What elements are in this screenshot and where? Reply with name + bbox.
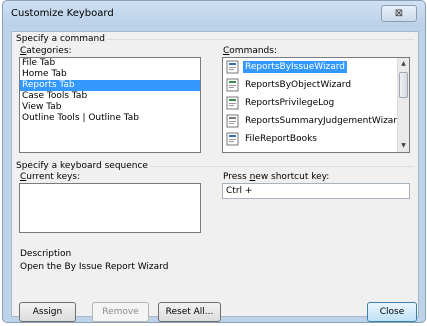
close-button[interactable]: Close [367, 302, 417, 322]
description-label: Description [20, 249, 72, 259]
report-icon [226, 96, 239, 110]
scroll-down-icon[interactable]: ▼ [398, 140, 409, 152]
command-label: ReportsPrivilegeLog [245, 98, 335, 108]
categories-list[interactable]: File Tab Home Tab Reports Tab Case Tools Ta… [19, 57, 201, 153]
command-label: ReportsByObjectWizard [245, 80, 352, 90]
category-item[interactable]: View Tab [20, 102, 200, 113]
categories-label: Categories: [20, 46, 72, 56]
command-item[interactable]: FileReportBooks [223, 130, 409, 148]
customize-keyboard-dialog: Customize Keyboard ⊠ Specify a command C… [2, 0, 426, 323]
dialog-body: Specify a command Categories: File Tab Ho… [11, 31, 419, 322]
assign-button[interactable]: Assign [19, 302, 76, 322]
remove-button[interactable]: Remove [92, 302, 149, 322]
title-bar[interactable]: Customize Keyboard ⊠ [3, 1, 425, 27]
command-item[interactable]: ReportsByIssueWizard [223, 58, 409, 76]
commands-label: Commands: [223, 46, 277, 56]
specify-keyboard-label: Specify a keyboard sequence [16, 161, 150, 171]
command-item[interactable]: ReportsByObjectWizard [223, 76, 409, 94]
report-icon [226, 114, 239, 128]
new-shortcut-input[interactable]: Ctrl + [222, 183, 410, 199]
current-keys-list[interactable] [19, 183, 201, 233]
close-icon[interactable]: ⊠ [381, 5, 417, 22]
command-item[interactable]: ReportsPrivilegeLog [223, 94, 409, 112]
current-keys-label: Current keys: [20, 172, 81, 182]
report-icon [226, 60, 239, 74]
report-icon [226, 132, 239, 146]
command-item[interactable]: ReportsSummaryJudgementWizard [223, 112, 409, 130]
new-shortcut-value: Ctrl + [226, 186, 253, 196]
category-item[interactable]: Home Tab [20, 69, 200, 80]
command-label: FileReportBooks [245, 134, 317, 144]
category-item[interactable]: Case Tools Tab [20, 91, 200, 102]
command-label: ReportsByIssueWizard [243, 61, 347, 73]
commands-list[interactable]: ReportsByIssueWizard ReportsByObjectWizar… [222, 57, 410, 153]
dialog-title: Customize Keyboard [11, 8, 114, 19]
description-text: Open the By Issue Report Wizard [20, 262, 169, 272]
commands-scrollbar[interactable]: ▲ ▼ [397, 58, 409, 152]
scroll-thumb[interactable] [399, 72, 408, 98]
reset-all-button[interactable]: Reset All... [158, 302, 221, 322]
report-icon [226, 78, 239, 92]
specify-command-label: Specify a command [16, 34, 107, 44]
scroll-up-icon[interactable]: ▲ [398, 58, 409, 70]
new-shortcut-label: Press new shortcut key: [223, 172, 330, 182]
command-label: ReportsSummaryJudgementWizard [245, 116, 403, 126]
category-item[interactable]: File Tab [20, 58, 200, 69]
category-item[interactable]: Reports Tab [20, 80, 200, 91]
category-item[interactable]: Outline Tools | Outline Tab [20, 113, 200, 124]
